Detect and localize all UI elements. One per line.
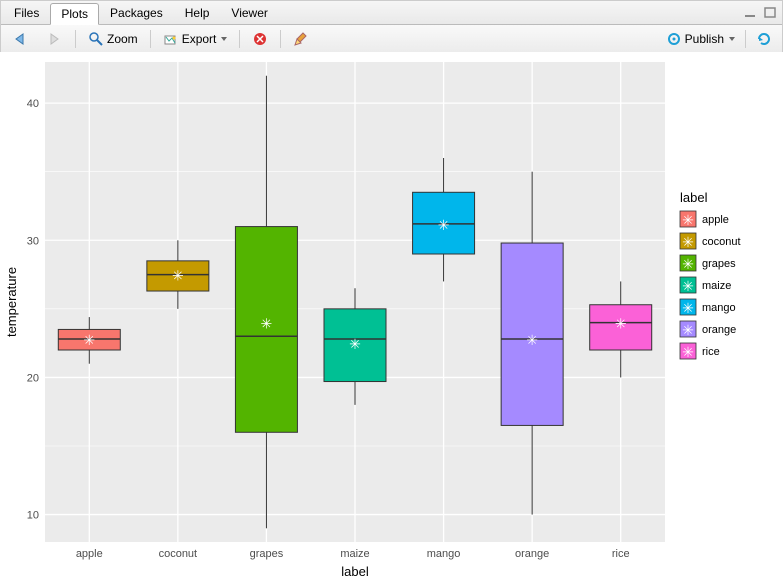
tab-help[interactable]: Help <box>174 2 221 24</box>
separator <box>75 30 76 48</box>
mean-marker: ✳ <box>172 268 184 284</box>
x-tick: rice <box>612 548 630 560</box>
refresh-icon <box>756 31 772 47</box>
boxplot-chart: 10 20 30 40 apple coconut grapes maize mango oran… <box>0 52 781 581</box>
svg-text:✳: ✳ <box>682 322 694 338</box>
mean-marker: ✳ <box>349 336 361 352</box>
tab-plots[interactable]: Plots <box>50 3 99 25</box>
zoom-icon <box>88 31 104 47</box>
tab-files[interactable]: Files <box>3 2 50 24</box>
svg-text:✳: ✳ <box>682 212 694 228</box>
y-tick: 40 <box>27 98 39 110</box>
publish-label: Publish <box>685 32 724 46</box>
chevron-down-icon <box>221 37 227 41</box>
x-tick: coconut <box>159 548 198 560</box>
remove-icon <box>252 31 268 47</box>
svg-text:✳: ✳ <box>682 278 694 294</box>
legend-label: apple <box>702 214 729 226</box>
svg-text:✳: ✳ <box>682 300 694 316</box>
x-tick: grapes <box>250 548 284 560</box>
legend-label: rice <box>702 346 720 358</box>
mean-marker: ✳ <box>438 217 450 233</box>
separator <box>745 30 746 48</box>
x-tick: maize <box>340 548 369 560</box>
mean-marker: ✳ <box>83 332 95 348</box>
broom-icon <box>293 31 309 47</box>
refresh-button[interactable] <box>752 29 776 49</box>
minimize-icon[interactable] <box>744 7 758 19</box>
clear-all-button[interactable] <box>289 29 313 49</box>
separator <box>150 30 151 48</box>
forward-button[interactable] <box>41 29 67 49</box>
legend-label: grapes <box>702 258 736 270</box>
plot-area: 10 20 30 40 apple coconut grapes maize mango oran… <box>0 52 783 583</box>
y-tick: 30 <box>27 235 39 247</box>
mean-marker: ✳ <box>615 316 627 332</box>
legend-title: label <box>680 190 708 205</box>
maximize-icon[interactable] <box>764 7 778 19</box>
separator <box>280 30 281 48</box>
zoom-label: Zoom <box>107 32 138 46</box>
export-button[interactable]: Export <box>159 29 232 49</box>
tab-packages[interactable]: Packages <box>99 2 174 24</box>
remove-plot-button[interactable] <box>248 29 272 49</box>
legend-label: coconut <box>702 236 741 248</box>
svg-text:✳: ✳ <box>682 234 694 250</box>
legend-label: orange <box>702 324 736 336</box>
export-label: Export <box>182 32 217 46</box>
export-icon <box>163 31 179 47</box>
zoom-button[interactable]: Zoom <box>84 29 142 49</box>
chevron-down-icon <box>729 37 735 41</box>
publish-icon <box>666 31 682 47</box>
legend-label: maize <box>702 280 731 292</box>
x-tick: mango <box>427 548 461 560</box>
y-axis-title: temperature <box>4 267 19 337</box>
svg-text:✳: ✳ <box>682 256 694 272</box>
y-tick: 10 <box>27 510 39 522</box>
svg-text:✳: ✳ <box>682 344 694 360</box>
x-tick: apple <box>76 548 103 560</box>
legend-label: mango <box>702 302 736 314</box>
publish-button[interactable]: Publish <box>662 29 739 49</box>
back-button[interactable] <box>7 29 33 49</box>
x-tick: orange <box>515 548 549 560</box>
pane-tabs: Files Plots Packages Help Viewer <box>1 1 782 25</box>
plots-toolbar: Zoom Export Publish <box>1 25 782 53</box>
mean-marker: ✳ <box>526 332 538 348</box>
x-axis-title: label <box>341 564 369 579</box>
mean-marker: ✳ <box>261 316 273 332</box>
separator <box>239 30 240 48</box>
tab-viewer[interactable]: Viewer <box>220 2 278 24</box>
y-tick: 20 <box>27 372 39 384</box>
